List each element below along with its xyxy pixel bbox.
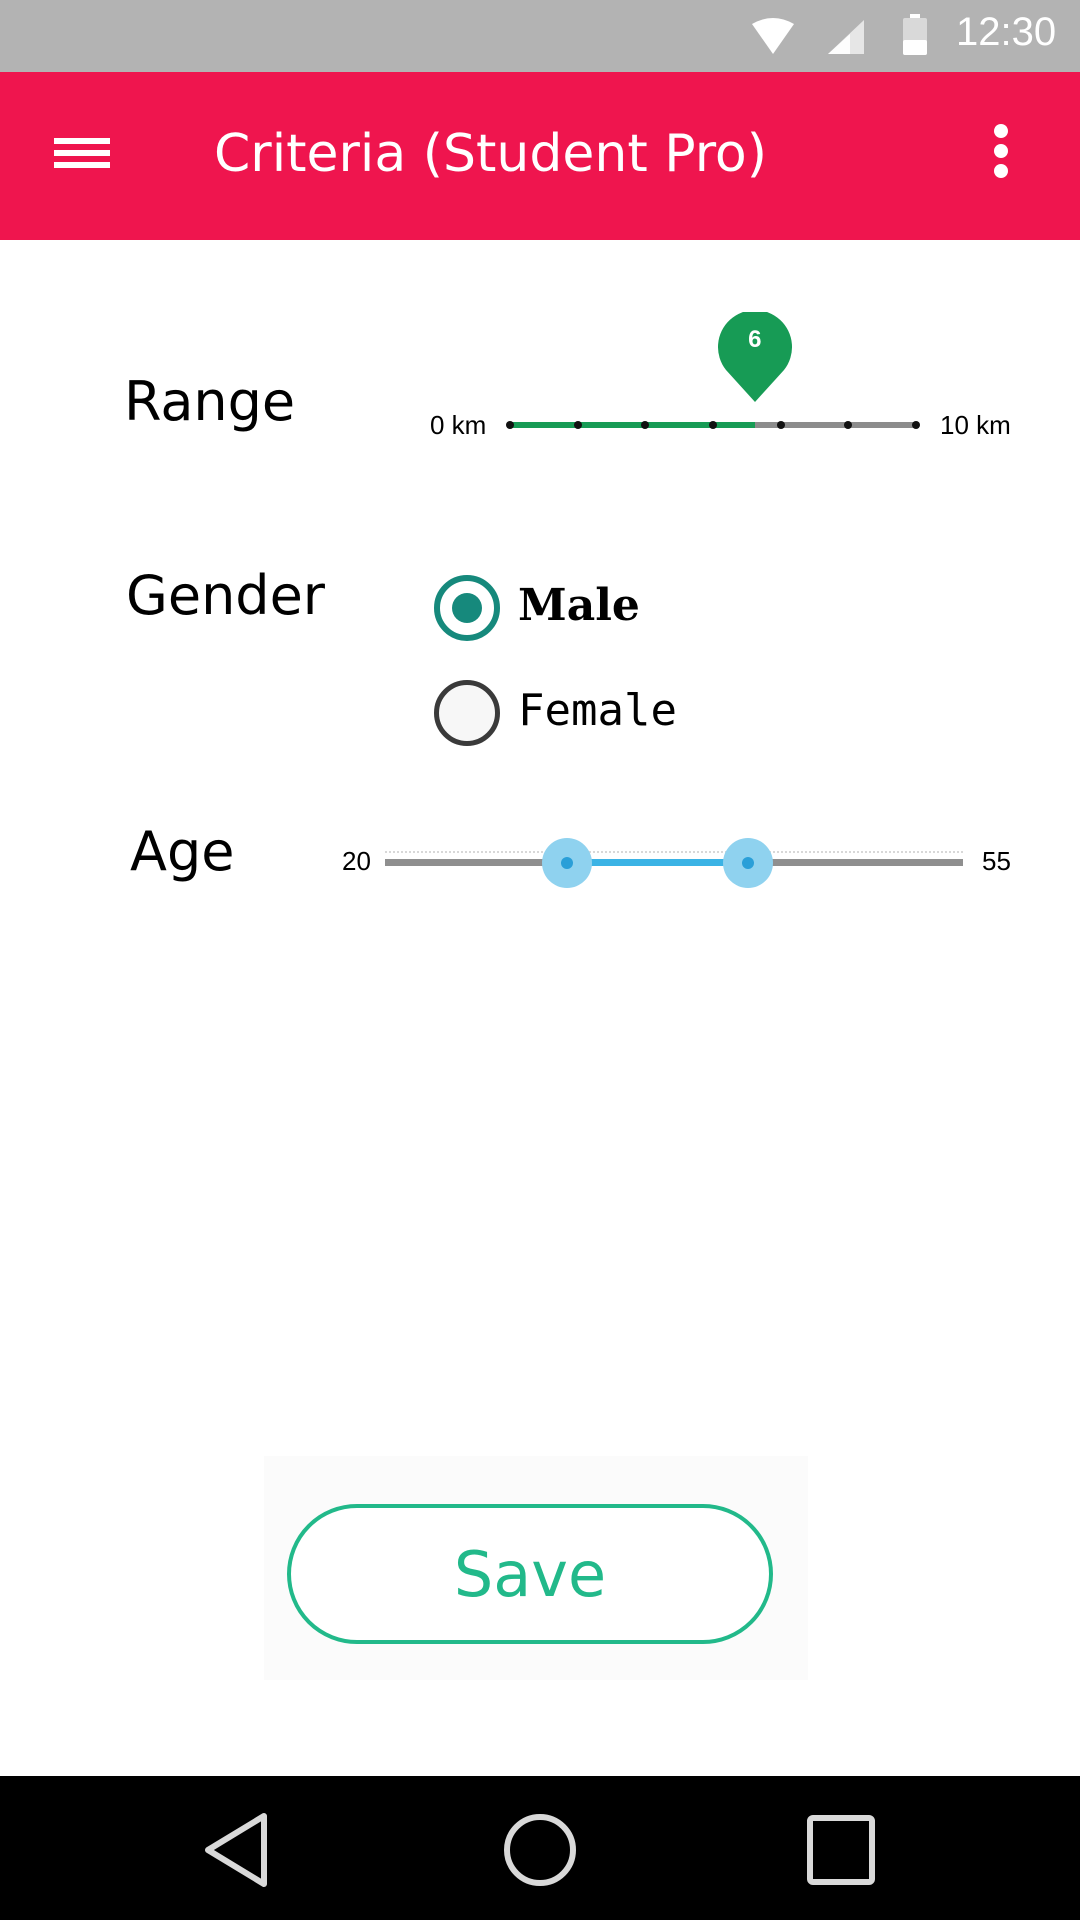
home-icon[interactable] [500,1812,580,1888]
range-label: Range [124,370,296,433]
age-label: Age [130,820,235,883]
age-min-label: 20 [342,846,371,876]
age-range-fill [566,859,749,866]
range-min-label: 0 km [430,410,487,440]
radio-male[interactable] [434,575,500,641]
range-slider-tick [844,421,853,429]
range-slider-tick [912,421,920,429]
age-range-slider[interactable] [385,851,963,866]
range-max-label: 10 km [940,410,1011,440]
recents-icon[interactable] [802,1812,882,1888]
more-vertical-icon[interactable] [986,124,1016,180]
app-bar: Criteria (Student Pro) [0,72,1080,240]
back-icon[interactable] [198,1812,278,1888]
radio-male-label[interactable]: Male [518,580,640,631]
status-bar: 12:30 [0,0,1080,72]
range-slider-tick [776,421,785,429]
range-slider-tick [709,421,717,429]
signal-icon [828,20,864,54]
navigation-bar [0,1776,1080,1920]
age-max-label: 55 [982,846,1011,876]
page-title: Criteria (Student Pro) [214,124,768,184]
gender-label: Gender [126,564,325,627]
range-slider[interactable] [506,421,920,429]
age-min-thumb[interactable] [541,838,592,888]
range-slider-thumb[interactable]: 6 [717,310,792,404]
wifi-icon [752,18,794,54]
save-button-label: Save [453,1538,607,1611]
range-value: 6 [748,326,762,353]
age-max-thumb[interactable] [723,838,774,888]
radio-female-label[interactable]: Female [518,685,677,736]
battery-icon [903,14,927,55]
status-time: 12:30 [956,10,1057,54]
range-slider-tick [506,421,514,429]
range-slider-fill [510,422,755,428]
save-button[interactable]: Save [287,1504,773,1644]
hamburger-menu-icon[interactable] [54,130,110,174]
range-slider-tick [573,421,582,429]
radio-female[interactable] [434,680,500,746]
